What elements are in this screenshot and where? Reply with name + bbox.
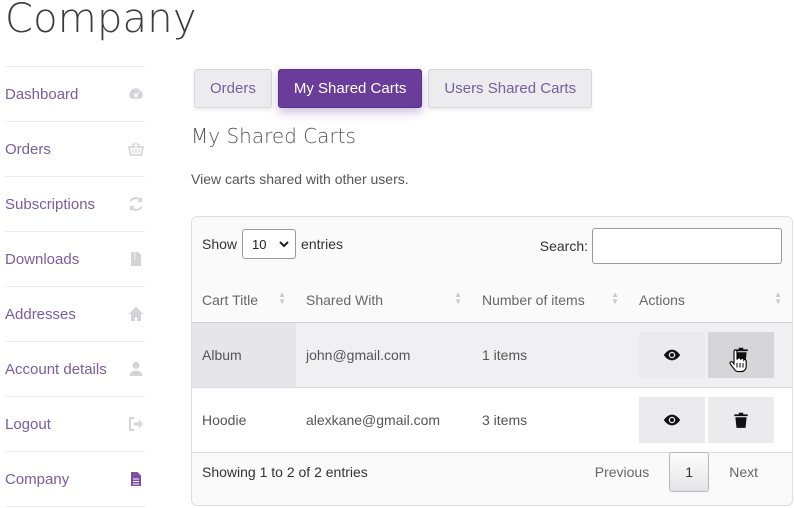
shared-carts-tabs: Orders My Shared Carts Users Shared Cart… xyxy=(194,69,593,108)
sidebar-item-label: Dashboard xyxy=(5,85,79,103)
sidebar-item-logout[interactable]: Logout xyxy=(5,396,145,451)
sidebar-item-label: Subscriptions xyxy=(5,195,96,213)
sort-icon: ▲ ▼ xyxy=(278,290,286,306)
next-page-button[interactable]: Next xyxy=(709,452,778,492)
entries-length-control: Show 10 entries xyxy=(202,229,343,259)
cell-cart-title: Hoodie xyxy=(192,387,296,453)
hand-pointer-cursor-icon xyxy=(729,349,747,373)
user-icon xyxy=(127,360,145,378)
refresh-icon xyxy=(127,195,145,213)
sidebar-item-dashboard[interactable]: Dashboard xyxy=(5,66,145,121)
pagination: Previous 1 Next xyxy=(575,452,778,492)
eye-icon xyxy=(663,414,681,426)
sidebar-item-subscriptions[interactable]: Subscriptions xyxy=(5,176,145,231)
sort-icon: ▲ ▼ xyxy=(611,290,619,306)
file-zip-icon xyxy=(127,250,145,268)
sidebar-item-label: Downloads xyxy=(5,250,80,268)
sidebar-item-addresses[interactable]: Addresses xyxy=(5,286,145,341)
table-search: Search: xyxy=(540,228,782,264)
sidebar-item-label: Orders xyxy=(5,140,51,158)
column-header-cart-title[interactable]: Cart Title ▲ ▼ xyxy=(192,277,296,323)
sidebar-item-label: Account details xyxy=(5,360,107,378)
sidebar-item-account-details[interactable]: Account details xyxy=(5,341,145,396)
document-icon xyxy=(127,470,145,488)
view-cart-button[interactable] xyxy=(639,397,705,443)
sign-out-icon xyxy=(127,415,145,433)
chevron-down-icon xyxy=(279,241,289,248)
section-description: View carts shared with other users. xyxy=(191,171,409,187)
cell-shared-with: john@gmail.com xyxy=(296,322,472,388)
tab-orders[interactable]: Orders xyxy=(194,69,272,108)
sort-icon: ▲ ▼ xyxy=(454,290,462,306)
sort-icon: ▲ ▼ xyxy=(774,290,782,306)
tab-my-shared-carts[interactable]: My Shared Carts xyxy=(277,69,423,108)
entries-label: entries xyxy=(301,236,344,252)
sidebar-item-downloads[interactable]: Downloads xyxy=(5,231,145,286)
entries-select-value: 10 xyxy=(252,236,267,252)
shared-carts-table-panel: Show 10 entries Search: Cart Title ▲ ▼ Sha… xyxy=(191,216,793,506)
table-row: Hoodie alexkane@gmail.com 3 items xyxy=(192,387,792,453)
search-input[interactable] xyxy=(592,228,782,264)
column-header-number-of-items[interactable]: Number of items ▲ ▼ xyxy=(472,277,629,323)
sidebar-item-label: Logout xyxy=(5,415,51,433)
sidebar-item-company[interactable]: Company xyxy=(5,451,145,507)
cell-shared-with: alexkane@gmail.com xyxy=(296,387,472,453)
sidebar-item-label: Addresses xyxy=(5,305,76,323)
search-label: Search: xyxy=(539,238,588,254)
section-title: My Shared Carts xyxy=(191,124,356,148)
cell-actions xyxy=(629,387,792,453)
cell-cart-title: Album xyxy=(192,322,296,388)
previous-page-button[interactable]: Previous xyxy=(575,452,669,492)
tab-users-shared-carts[interactable]: Users Shared Carts xyxy=(428,69,593,108)
trash-icon xyxy=(734,412,748,428)
shared-carts-table: Cart Title ▲ ▼ Shared With ▲ ▼ Number of ite… xyxy=(192,277,792,453)
table-row: Album john@gmail.com 1 items xyxy=(192,322,792,388)
sidebar-item-orders[interactable]: Orders xyxy=(5,121,145,176)
show-label: Show xyxy=(202,236,238,252)
page-button-current[interactable]: 1 xyxy=(669,452,710,492)
view-cart-button[interactable] xyxy=(639,332,705,378)
dashboard-icon xyxy=(127,85,145,103)
entries-select[interactable]: 10 xyxy=(242,229,297,259)
sidebar-item-label: Company xyxy=(5,470,70,488)
table-info: Showing 1 to 2 of 2 entries xyxy=(202,464,368,480)
home-icon xyxy=(127,305,145,323)
table-header-row: Cart Title ▲ ▼ Shared With ▲ ▼ Number of ite… xyxy=(192,277,792,323)
cell-number-of-items: 3 items xyxy=(472,387,629,453)
page-title: Company xyxy=(5,0,197,42)
delete-cart-button[interactable] xyxy=(708,397,774,443)
eye-icon xyxy=(663,349,681,361)
cell-number-of-items: 1 items xyxy=(472,322,629,388)
account-navigation: Dashboard Orders Subscriptions Downloads… xyxy=(5,66,145,507)
cell-actions xyxy=(629,322,792,388)
column-header-shared-with[interactable]: Shared With ▲ ▼ xyxy=(296,277,472,323)
column-header-actions[interactable]: Actions ▲ ▼ xyxy=(629,277,792,323)
basket-icon xyxy=(127,140,145,158)
